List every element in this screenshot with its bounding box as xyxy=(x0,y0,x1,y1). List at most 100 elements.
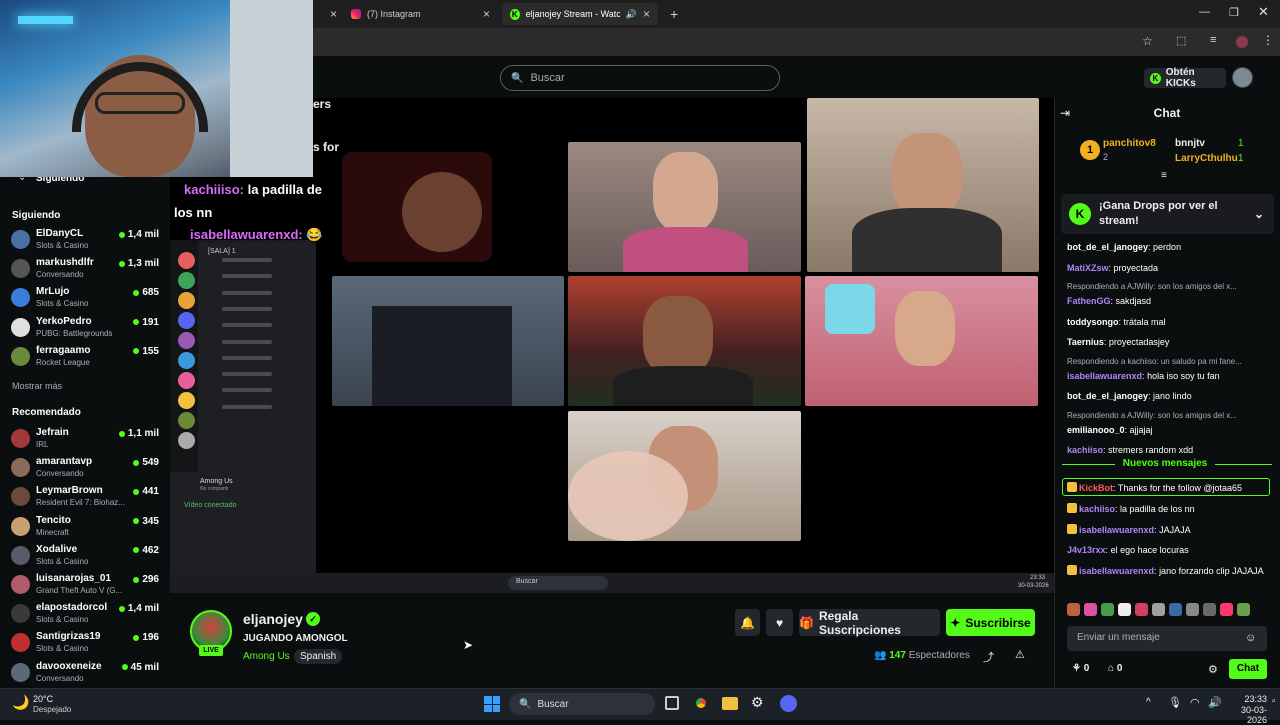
emote-icon[interactable] xyxy=(1084,603,1097,616)
task-view-icon[interactable] xyxy=(665,696,679,710)
tab-instagram[interactable]: (7) Instagram × xyxy=(343,3,498,25)
search-input[interactable]: 🔍 Buscar xyxy=(500,65,780,91)
clock-time[interactable]: 23:33 xyxy=(1221,694,1267,704)
top-gifter-name[interactable]: LarryCthulhu xyxy=(1175,153,1238,164)
channel-row[interactable]: ElDanyCL Slots & Casino 1,4 mil xyxy=(11,227,159,255)
channel-row[interactable]: elapostadorcol Slots & Casino 1,4 mil xyxy=(11,601,159,629)
channel-row[interactable]: ferragaamo Rocket League 155 xyxy=(11,344,159,372)
points-display[interactable]: ⚘ 0 xyxy=(1072,663,1089,674)
steam-icon[interactable]: ⚙ xyxy=(751,694,764,711)
emote-icon[interactable] xyxy=(1118,603,1131,616)
clock-date[interactable]: 30-03-2026 xyxy=(1221,705,1267,725)
sub-badge-icon xyxy=(1067,502,1077,513)
chat-username[interactable]: kachiiso xyxy=(1067,445,1103,455)
channel-row[interactable]: amarantavp Conversando 549 xyxy=(11,455,159,483)
chat-username[interactable]: MatiXZsw xyxy=(1067,263,1109,273)
live-dot-icon xyxy=(133,518,140,525)
share-icon[interactable]: ⤴ xyxy=(983,649,994,665)
drops-banner[interactable]: K ¡Gana Drops por ver el stream! ⌄ xyxy=(1061,194,1274,234)
wifi-icon[interactable]: ◠ xyxy=(1190,696,1200,709)
mic-icon[interactable]: 🎙 xyxy=(1168,696,1182,709)
store-display[interactable]: ⌂ 0 xyxy=(1108,663,1122,674)
channel-row[interactable]: YerkoPedro PUBG: Battlegrounds 191 xyxy=(11,315,159,343)
profile-avatar[interactable] xyxy=(1236,36,1248,48)
emote-icon[interactable] xyxy=(1169,603,1182,616)
top-gifter-name[interactable]: panchitov8 xyxy=(1103,138,1156,149)
emote-icon[interactable] xyxy=(1135,603,1148,616)
report-icon[interactable]: ⚠ xyxy=(1015,648,1025,661)
expand-icon[interactable]: ≡ xyxy=(1161,170,1167,181)
user-avatar[interactable] xyxy=(1232,67,1253,88)
settings-icon[interactable]: ⚙ xyxy=(1208,663,1218,676)
subscribe-button[interactable]: ✦ Suscribirse xyxy=(946,609,1035,636)
audio-icon[interactable]: 🔊 xyxy=(626,9,637,20)
emote-icon[interactable] xyxy=(1203,603,1216,616)
channel-row[interactable]: markushdlfr Conversando 1,3 mil xyxy=(11,256,159,284)
channel-row[interactable]: davooxeneize Conversando 45 mil xyxy=(11,660,159,688)
reply-context: Respondiendo a AJWilly: son los amigos d… xyxy=(1067,282,1237,291)
extensions-icon[interactable]: ⬚ xyxy=(1176,34,1186,47)
emote-icon[interactable] xyxy=(1220,603,1233,616)
volume-icon[interactable]: 🔊 xyxy=(1208,696,1222,709)
chat-username[interactable]: isabellawuarenxd xyxy=(1067,371,1142,381)
emote-icon[interactable] xyxy=(1186,603,1199,616)
emoji-icon[interactable]: ☺ xyxy=(1245,632,1256,644)
emote-icon[interactable] xyxy=(1237,603,1250,616)
menu-icon[interactable]: ⋮ xyxy=(1262,33,1274,47)
emote-icon[interactable] xyxy=(1067,603,1080,616)
tab-close-previous[interactable]: × xyxy=(322,3,345,25)
close-window-icon[interactable]: ✕ xyxy=(1258,4,1269,20)
plus-icon[interactable]: + xyxy=(670,6,678,22)
chat-username[interactable]: bot_de_el_janogey xyxy=(1067,242,1148,252)
channel-row[interactable]: LeymarBrown Resident Evil 7: Biohaz... 441 xyxy=(11,484,159,512)
notification-icon[interactable]: ▫ xyxy=(1272,696,1276,707)
chat-username[interactable]: J4v13rxx xyxy=(1067,545,1106,555)
media-icon[interactable]: ≡ xyxy=(1210,34,1216,46)
top-gifter-name[interactable]: bnnjtv xyxy=(1175,138,1205,149)
get-kicks-button[interactable]: K Obtén KICKs xyxy=(1144,67,1226,89)
follow-button[interactable]: ♥ xyxy=(766,609,793,636)
channel-row[interactable]: luisanarojas_01 Grand Theft Auto V (G... 2… xyxy=(11,572,159,600)
chat-send-button[interactable]: Chat xyxy=(1229,659,1267,679)
channel-row[interactable]: Xodalive Slots & Casino 462 xyxy=(11,543,159,571)
channel-row[interactable]: Santigrizas19 Slots & Casino 196 xyxy=(11,630,159,658)
chat-username[interactable]: kachiiso xyxy=(1079,504,1115,514)
channel-row[interactable]: Jefrain IRL 1,1 mil xyxy=(11,426,159,454)
stream-category[interactable]: Among Us xyxy=(243,651,290,662)
chat-username[interactable]: emilianooo_0 xyxy=(1067,425,1125,435)
chevron-up-icon[interactable]: ^ xyxy=(1146,697,1151,708)
new-tab-button[interactable]: + xyxy=(662,3,686,25)
chat-username[interactable]: isabellawuarenxd xyxy=(1079,566,1154,576)
chat-input[interactable]: Enviar un mensaje xyxy=(1067,626,1267,651)
show-more-link[interactable]: Mostrar más xyxy=(12,381,62,391)
discord-icon[interactable] xyxy=(780,695,797,712)
chat-username[interactable]: FathenGG xyxy=(1067,296,1111,306)
chevron-down-icon[interactable]: ⌄ xyxy=(1254,207,1264,222)
chat-username[interactable]: bot_de_el_janogey xyxy=(1067,391,1148,401)
close-icon[interactable]: × xyxy=(483,7,490,21)
channel-row[interactable]: Tencito Minecraft 345 xyxy=(11,514,159,542)
notification-button[interactable]: 🔔 xyxy=(735,609,760,636)
chat-username[interactable]: KickBot xyxy=(1079,483,1113,493)
emote-icon[interactable] xyxy=(1101,603,1114,616)
maximize-icon[interactable]: ❐ xyxy=(1229,6,1239,19)
taskbar-search[interactable]: 🔍 Buscar xyxy=(509,693,655,715)
close-icon[interactable]: × xyxy=(643,7,650,21)
gift-subs-button[interactable]: 🎁 Regala Suscripciones xyxy=(799,609,940,637)
close-icon[interactable]: × xyxy=(330,7,337,21)
chat-username[interactable]: Taernius xyxy=(1067,337,1104,347)
chat-username[interactable]: isabellawuarenxd xyxy=(1079,525,1154,535)
streamer-name[interactable]: eljanojey xyxy=(243,611,303,627)
start-icon[interactable] xyxy=(484,696,500,712)
minimize-icon[interactable]: — xyxy=(1199,6,1210,18)
tab-kick-stream[interactable]: K eljanojey Stream - Watch L 🔊 × xyxy=(502,3,658,25)
shared-search: Buscar xyxy=(508,576,608,590)
folder-icon[interactable] xyxy=(722,697,738,710)
chrome-icon[interactable] xyxy=(693,695,709,711)
weather-temp[interactable]: 20°C xyxy=(33,694,53,704)
emote-icon[interactable] xyxy=(1152,603,1165,616)
language-tag[interactable]: Spanish xyxy=(294,649,343,664)
star-icon[interactable]: ☆ xyxy=(1142,34,1153,48)
channel-row[interactable]: MrLujo Slots & Casino 685 xyxy=(11,285,159,313)
chat-username[interactable]: toddysongo xyxy=(1067,317,1119,327)
